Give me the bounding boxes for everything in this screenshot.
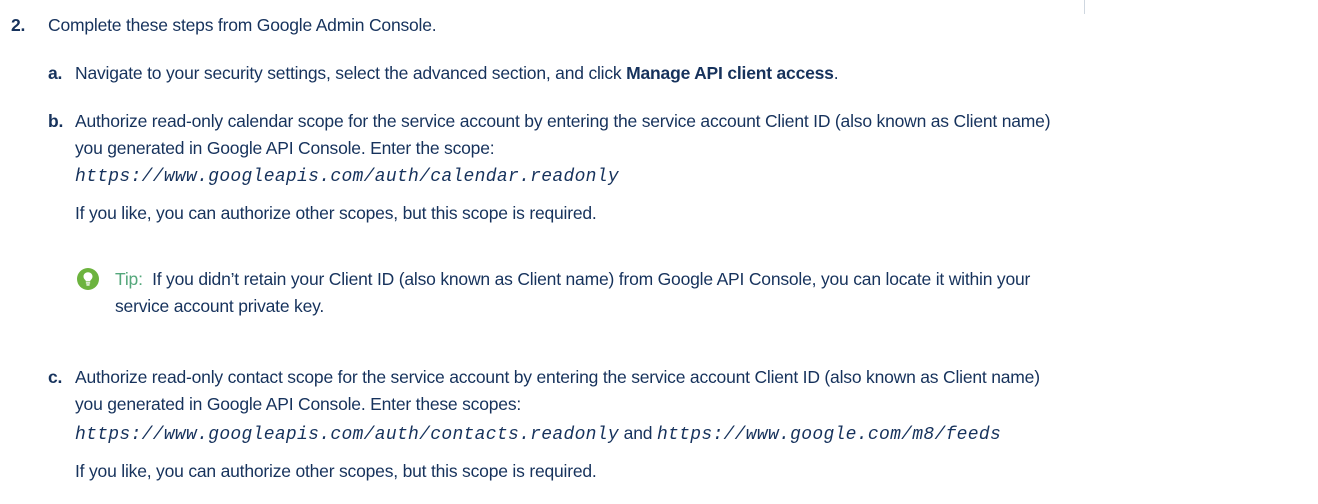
tip-colon: : bbox=[138, 269, 143, 289]
tip-body: Tip: If you didn’t retain your Client ID… bbox=[115, 266, 1315, 320]
step-number: 2. bbox=[11, 15, 26, 35]
scope-url: https://www.google.com/m8/feeds bbox=[656, 425, 1002, 445]
top-divider bbox=[1084, 0, 1085, 14]
substep-line: Authorize read-only calendar scope for t… bbox=[75, 111, 1051, 131]
substep-text: Navigate to your security settings, sele… bbox=[75, 63, 627, 83]
substep-line: Authorize read-only contact scope for th… bbox=[75, 367, 1040, 387]
scope-url: https://www.googleapis.com/auth/calendar… bbox=[75, 167, 619, 187]
substep-line: you generated in Google API Console. Ent… bbox=[75, 394, 522, 414]
substep-letter: b. bbox=[48, 111, 64, 131]
substep-line: you generated in Google API Console. Ent… bbox=[75, 138, 495, 158]
substep-body: Navigate to your security settings, sele… bbox=[75, 60, 1315, 87]
tip-text-line2: service account private key. bbox=[115, 296, 325, 316]
scope-url: https://www.googleapis.com/auth/contacts… bbox=[75, 425, 619, 445]
substep-note: If you like, you can authorize other sco… bbox=[75, 203, 597, 223]
substep-letter: a. bbox=[48, 63, 63, 83]
substep-body: Authorize read-only calendar scope for t… bbox=[75, 108, 1315, 227]
substep-text-end: . bbox=[833, 63, 839, 83]
ui-label-manage-api-client-access: Manage API client access bbox=[626, 63, 834, 83]
tip-text: If you didn’t retain your Client ID (als… bbox=[152, 269, 1031, 289]
substep-note: If you like, you can authorize other sco… bbox=[75, 461, 597, 481]
step-text: Complete these steps from Google Admin C… bbox=[48, 15, 437, 35]
substep-letter: c. bbox=[48, 367, 63, 387]
tip-label: Tip bbox=[115, 269, 139, 289]
scope-joiner: and bbox=[619, 423, 657, 443]
substep-body: Authorize read-only contact scope for th… bbox=[75, 364, 1315, 485]
lightbulb-icon bbox=[77, 268, 99, 290]
